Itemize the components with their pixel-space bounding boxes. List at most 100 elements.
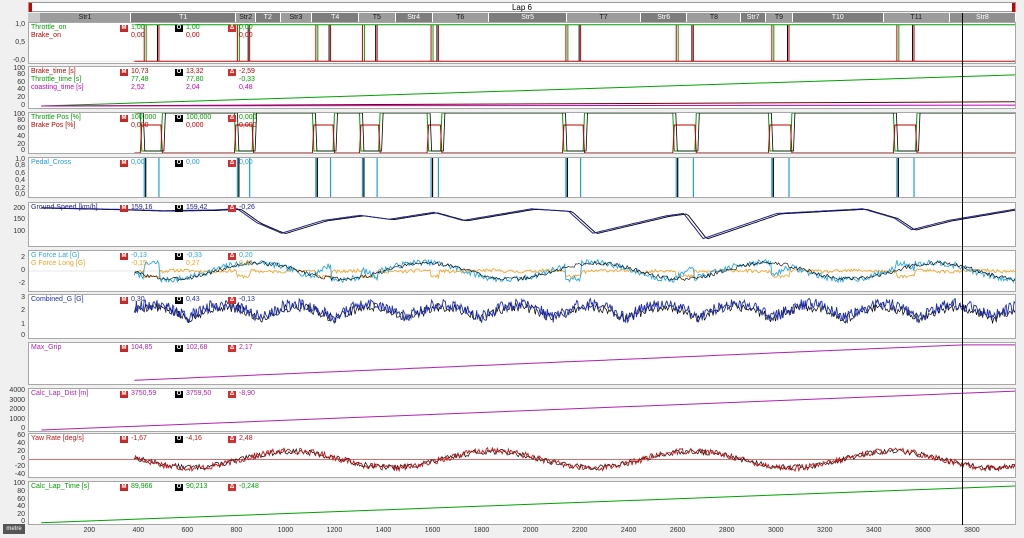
segment-t8[interactable]: T8	[687, 13, 742, 22]
series-name[interactable]: Ground Speed [km/h]	[31, 204, 98, 212]
y-tick-label: 40	[17, 133, 25, 140]
series-name[interactable]: Throttle_on	[31, 24, 66, 32]
readout-o-value: -0,33	[186, 252, 202, 259]
y-tick-label: 1	[21, 320, 25, 328]
y-tick-label: 60	[17, 78, 25, 86]
x-tick-label: 2400	[620, 527, 637, 534]
segment-t1[interactable]: T1	[130, 13, 237, 22]
y-tick-label: 0	[21, 455, 25, 463]
readout-d-badge: Δ	[228, 160, 236, 167]
segment-str4[interactable]: Str4	[395, 13, 433, 22]
readout-m-value: 77,48	[131, 76, 149, 83]
x-tick-label: 2600	[669, 527, 686, 534]
series-name[interactable]: Throttle Pos [%]	[31, 114, 81, 122]
y-tick-label: 0	[21, 147, 25, 154]
segment-t10[interactable]: T10	[792, 13, 884, 22]
segment-t7[interactable]: T7	[567, 13, 641, 22]
x-tick-label: 3000	[767, 527, 784, 534]
readout-m-value: 104,85	[131, 344, 153, 351]
readout-o-value: 1,00	[186, 24, 200, 31]
segment-str5[interactable]: Str5	[488, 13, 568, 22]
readout-m-value: 0,000	[131, 122, 149, 129]
readout-o-value: 77,80	[186, 76, 204, 83]
series-name[interactable]: Brake Pos [%]	[31, 122, 75, 130]
series-name[interactable]: Max_Grip	[31, 344, 61, 352]
readout-d-value: 2,48	[239, 435, 253, 442]
readout-o-badge: O	[175, 25, 183, 32]
readout-d-value: 0,000	[239, 122, 257, 129]
readout-d-badge: Δ	[228, 391, 236, 398]
x-tick-label: 3800	[964, 527, 980, 534]
segment-t2[interactable]: T2	[256, 13, 281, 22]
lap-start-marker[interactable]	[29, 3, 32, 12]
x-tick-label: 3600	[915, 527, 931, 534]
readout-o-value: 0,00	[186, 32, 200, 39]
segment-t6[interactable]: T6	[432, 13, 489, 22]
y-tick-label: 200	[13, 204, 25, 212]
readout-m-value: 1,00	[131, 24, 145, 31]
segment-t9[interactable]: T9	[765, 13, 793, 22]
y-tick-label: 40	[17, 439, 25, 447]
readout-m-value: 89,966	[131, 483, 153, 490]
y-tick-label: 80	[17, 70, 25, 78]
speed-trace	[41, 207, 1015, 240]
y-tick-label: 40	[17, 86, 25, 94]
readout-o-value: 90,213	[186, 483, 208, 490]
readout-d-value: -2,59	[239, 68, 255, 75]
lap-header-bar[interactable]: Lap 6	[28, 2, 1016, 12]
readout-m-value: -0,15	[131, 260, 147, 267]
segment-str8[interactable]: Str8	[949, 13, 1016, 22]
series-name[interactable]: G Force Long [G]	[31, 260, 85, 268]
readout-d-badge: Δ	[228, 484, 236, 491]
series-name[interactable]: Brake_on	[31, 32, 61, 40]
x-tick-label: 1800	[473, 527, 490, 534]
series-name[interactable]: G Force Lat [G]	[31, 252, 79, 260]
lap-end-marker[interactable]	[1012, 3, 1015, 12]
segment-str1[interactable]: Str1	[40, 13, 131, 22]
readout-d-value: -8,90	[239, 390, 255, 397]
readout-o-badge: O	[175, 436, 183, 443]
segment-str2[interactable]: Str2	[236, 13, 256, 22]
readout-d-value: 0,000	[239, 114, 257, 121]
segment-t4[interactable]: T4	[312, 13, 359, 22]
readout-o-value: 100,000	[186, 114, 212, 121]
y-tick-label: 100	[13, 228, 25, 236]
series-name[interactable]: Combined_G [G]	[31, 296, 84, 304]
series-name[interactable]: Calc_Lap_Time [s]	[31, 483, 89, 491]
y-tick-label: 3000	[9, 396, 25, 404]
series-name[interactable]: Calc_Lap_Dist [m]	[31, 390, 88, 398]
x-tick-label: 2200	[571, 527, 588, 534]
segment-str6[interactable]: Str6	[640, 13, 688, 22]
series-name[interactable]: coasting_time [s]	[31, 84, 84, 92]
x-tick-label: 1000	[277, 527, 294, 534]
series-name[interactable]: Pedal_Cross	[31, 159, 71, 167]
x-tick-label: 1200	[326, 527, 343, 534]
readout-m-value: 100,000	[131, 114, 157, 121]
readout-m-badge: M	[120, 69, 128, 76]
segment-t11[interactable]: T11	[883, 13, 950, 22]
segment-t5[interactable]: T5	[358, 13, 396, 22]
y-tick-label: 4000	[9, 387, 25, 394]
readout-d-badge: Δ	[228, 69, 236, 76]
segment-str7[interactable]: Str7	[741, 13, 766, 22]
readout-m-badge: M	[120, 205, 128, 212]
y-tick-label: -0,0	[12, 57, 25, 64]
throttle-pos-trace	[134, 113, 1015, 152]
series-name[interactable]: Yaw Rate [deg/s]	[31, 435, 84, 443]
readout-d-badge: Δ	[228, 205, 236, 212]
readout-d-badge: Δ	[228, 436, 236, 443]
readout-o-value: 2,04	[186, 84, 200, 91]
series-name[interactable]: Throttle_time [s]	[31, 76, 81, 84]
y-tick-label: -40	[14, 471, 25, 478]
readout-d-value: 0,00	[239, 159, 253, 166]
series-name[interactable]: Brake_time [s]	[31, 68, 76, 76]
readout-m-badge: M	[120, 484, 128, 491]
segment-str3[interactable]: Str3	[280, 13, 313, 22]
y-tick-label: 2	[21, 253, 25, 261]
readout-o-value: 0,000	[186, 122, 204, 129]
x-tick-label: 200	[83, 527, 96, 534]
cursor-line[interactable]	[962, 13, 964, 525]
throttle-pos-ref-trace	[137, 113, 1015, 152]
readout-d-badge: Δ	[228, 297, 236, 304]
y-tick-label: 80	[17, 117, 25, 124]
